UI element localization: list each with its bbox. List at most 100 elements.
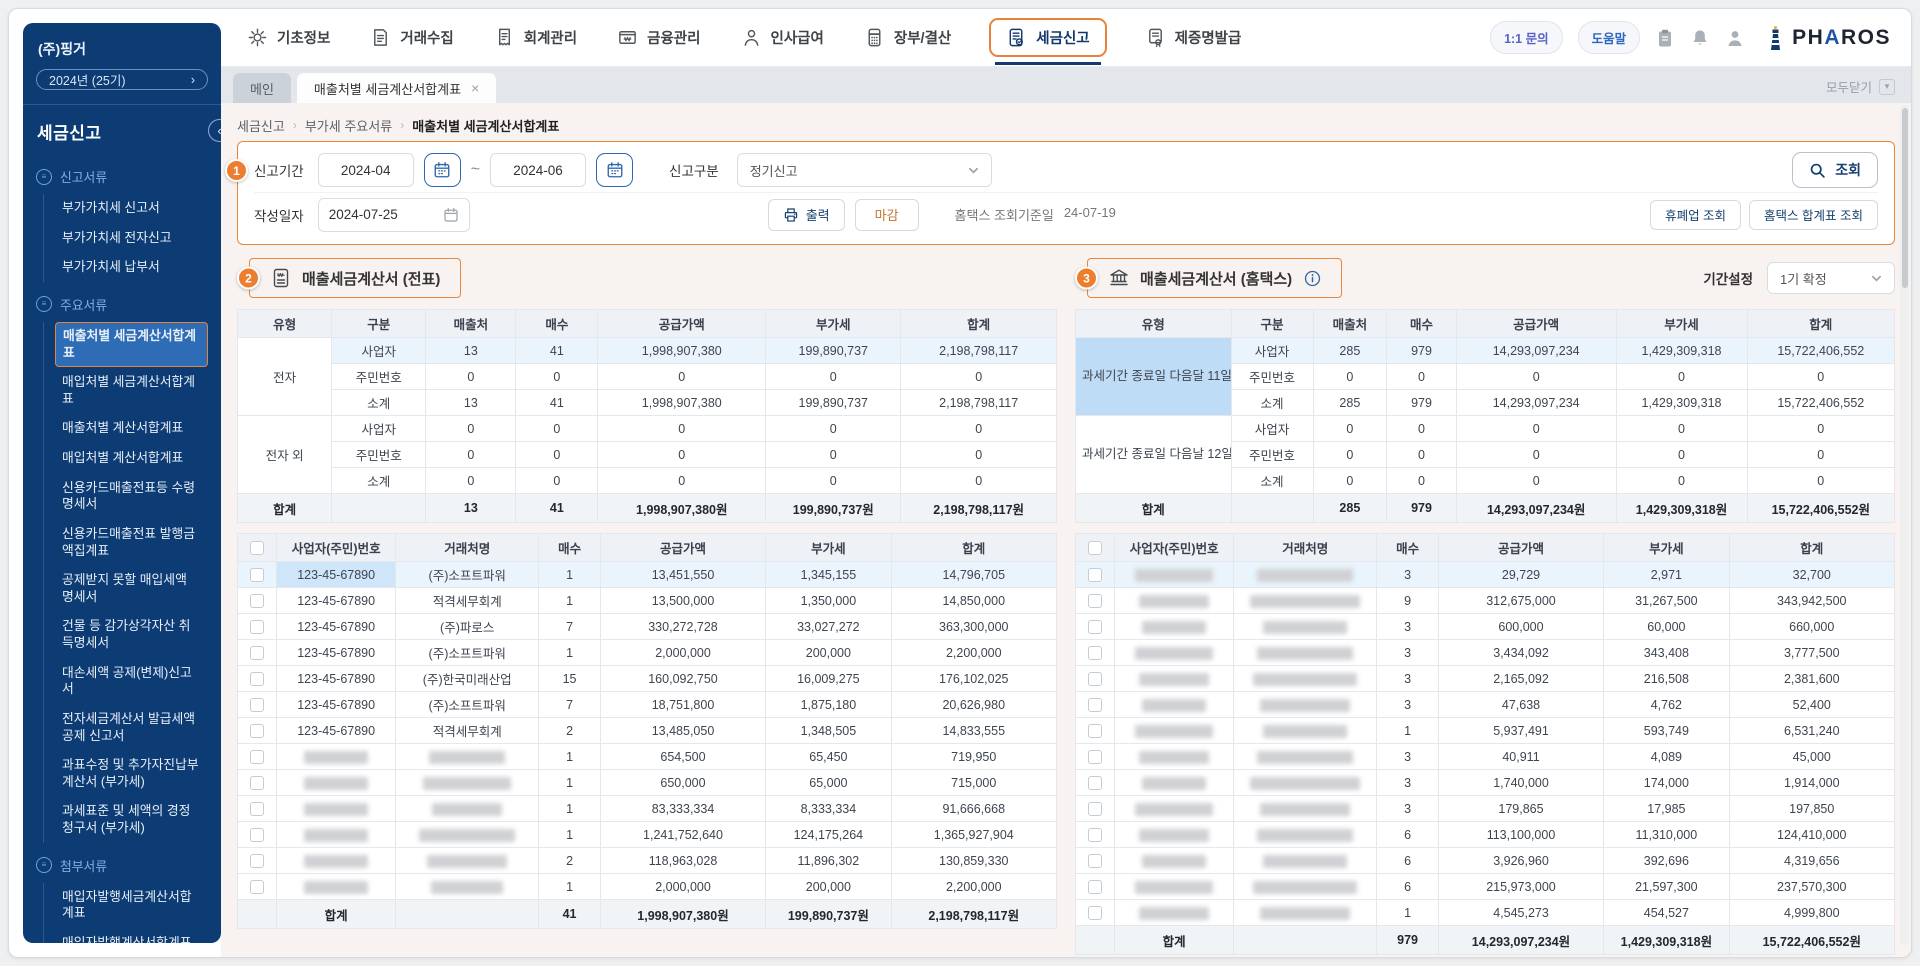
calendar-button-from[interactable]: [424, 153, 461, 187]
tab-close-icon[interactable]: ×: [471, 80, 479, 96]
row-checkbox[interactable]: [250, 541, 264, 555]
checkbox-cell[interactable]: [1076, 640, 1115, 666]
row-checkbox[interactable]: [1088, 646, 1102, 660]
checkbox-cell[interactable]: [238, 640, 277, 666]
row-checkbox[interactable]: [1088, 906, 1102, 920]
nav-item-transaction-collection[interactable]: 거래수집: [368, 19, 455, 56]
row-checkbox[interactable]: [250, 724, 264, 738]
checkbox-cell[interactable]: [238, 692, 277, 718]
sidebar-item[interactable]: 매출처별 계산서합계표: [55, 414, 208, 443]
clipboard-icon[interactable]: [1655, 28, 1675, 48]
checkbox-cell[interactable]: [238, 848, 277, 874]
hometax-summary-fetch-button[interactable]: 홈택스 합계표 조회: [1749, 200, 1878, 230]
checkbox-cell[interactable]: [238, 588, 277, 614]
scrollbar-thumb[interactable]: [1902, 108, 1908, 288]
sidebar-item[interactable]: 과표수정 및 추가자진납부계산서 (부가세): [55, 751, 208, 796]
breadcrumb-item[interactable]: 세금신고: [237, 116, 285, 135]
row-checkbox[interactable]: [250, 880, 264, 894]
sidebar-item[interactable]: 부가가치세 전자신고: [55, 224, 208, 253]
breadcrumb-item[interactable]: 부가세 주요서류: [305, 116, 392, 135]
checkbox-cell[interactable]: [1076, 900, 1115, 926]
checkbox-cell[interactable]: [1076, 588, 1115, 614]
write-date-input[interactable]: 2024-07-25: [318, 198, 470, 232]
period-setting-select[interactable]: 1기 확정: [1767, 262, 1895, 294]
sidebar-item[interactable]: 부가가치세 납부서: [55, 253, 208, 282]
user-profile-icon[interactable]: [1725, 28, 1745, 48]
sidebar-item[interactable]: 매입처별 세금계산서합계표: [55, 368, 208, 413]
tab-active-document[interactable]: 매출처별 세금계산서합계표 ×: [297, 73, 496, 103]
row-checkbox[interactable]: [1088, 776, 1102, 790]
select-all-checkbox-cell[interactable]: [238, 534, 277, 562]
nav-item-payroll[interactable]: 인사급여: [739, 19, 826, 56]
print-button[interactable]: 출력: [768, 199, 845, 231]
sidebar-item[interactable]: 과세표준 및 세액의 경정 청구서 (부가세): [55, 797, 208, 842]
row-checkbox[interactable]: [1088, 724, 1102, 738]
row-checkbox[interactable]: [250, 698, 264, 712]
checkbox-cell[interactable]: [238, 718, 277, 744]
row-checkbox[interactable]: [1088, 698, 1102, 712]
sidebar-item[interactable]: 매입처별 계산서합계표: [55, 444, 208, 473]
sidebar-collapse-button[interactable]: ‹: [208, 119, 221, 142]
sidebar-item[interactable]: 매입자발행계산서합계표: [55, 929, 208, 943]
nav-item-ledger[interactable]: 장부/결산: [862, 19, 953, 56]
closing-button[interactable]: 마감: [855, 199, 919, 231]
checkbox-cell[interactable]: [1076, 718, 1115, 744]
checkbox-cell[interactable]: [238, 744, 277, 770]
row-checkbox[interactable]: [250, 620, 264, 634]
checkbox-cell[interactable]: [1076, 796, 1115, 822]
checkbox-cell[interactable]: [1076, 770, 1115, 796]
help-button[interactable]: 도움말: [1578, 21, 1641, 54]
row-checkbox[interactable]: [1088, 880, 1102, 894]
row-checkbox[interactable]: [250, 828, 264, 842]
row-checkbox[interactable]: [250, 646, 264, 660]
select-all-checkbox-cell[interactable]: [1076, 534, 1115, 562]
row-checkbox[interactable]: [1088, 594, 1102, 608]
row-checkbox[interactable]: [1088, 620, 1102, 634]
inquiry-button[interactable]: 1:1 문의: [1490, 21, 1563, 54]
info-icon[interactable]: [1304, 270, 1321, 287]
checkbox-cell[interactable]: [238, 614, 277, 640]
sidebar-item[interactable]: 매입자발행세금계산서합계표: [55, 883, 208, 928]
tab-home[interactable]: 메인: [233, 73, 291, 103]
fiscal-year-selector[interactable]: 2024년 (25기) ›: [36, 69, 208, 90]
nav-item-tax-filing[interactable]: 세금신고: [989, 18, 1106, 57]
row-checkbox[interactable]: [250, 594, 264, 608]
row-checkbox[interactable]: [250, 802, 264, 816]
row-checkbox[interactable]: [250, 750, 264, 764]
checkbox-cell[interactable]: [238, 666, 277, 692]
search-button[interactable]: 조회: [1792, 152, 1878, 188]
sidebar-item[interactable]: 매출처별 세금계산서합계표: [55, 322, 208, 367]
report-type-select[interactable]: 정기신고: [737, 153, 992, 187]
period-from-input[interactable]: 2024-04: [318, 153, 414, 187]
closed-business-check-button[interactable]: 휴폐업 조회: [1650, 200, 1741, 230]
row-checkbox[interactable]: [250, 854, 264, 868]
close-all-tabs-button[interactable]: 모두닫기 ▾: [1822, 77, 1899, 103]
nav-item-accounting[interactable]: 회계관리: [492, 19, 579, 56]
row-checkbox[interactable]: [1088, 568, 1102, 582]
sidebar-item[interactable]: 건물 등 감가상각자산 취득명세서: [55, 612, 208, 657]
checkbox-cell[interactable]: [238, 770, 277, 796]
checkbox-cell[interactable]: [238, 796, 277, 822]
period-to-input[interactable]: 2024-06: [490, 153, 586, 187]
row-checkbox[interactable]: [250, 568, 264, 582]
checkbox-cell[interactable]: [1076, 874, 1115, 900]
checkbox-cell[interactable]: [238, 874, 277, 900]
notification-bell-icon[interactable]: [1690, 28, 1710, 48]
checkbox-cell[interactable]: [1076, 562, 1115, 588]
sidebar-item[interactable]: 신용카드매출전표 발행금액집계표: [55, 520, 208, 565]
row-checkbox[interactable]: [250, 776, 264, 790]
sidebar-item[interactable]: 부가가치세 신고서: [55, 194, 208, 223]
sidebar-item[interactable]: 전자세금계산서 발급세액공제 신고서: [55, 705, 208, 750]
row-checkbox[interactable]: [1088, 828, 1102, 842]
row-checkbox[interactable]: [1088, 541, 1102, 555]
row-checkbox[interactable]: [250, 672, 264, 686]
nav-item-finance[interactable]: 금융관리: [615, 19, 702, 56]
checkbox-cell[interactable]: [1076, 692, 1115, 718]
checkbox-cell[interactable]: [1076, 666, 1115, 692]
sidebar-item[interactable]: 대손세액 공제(변제)신고서: [55, 659, 208, 704]
checkbox-cell[interactable]: [1076, 614, 1115, 640]
row-checkbox[interactable]: [1088, 750, 1102, 764]
checkbox-cell[interactable]: [1076, 848, 1115, 874]
calendar-button-to[interactable]: [596, 153, 633, 187]
row-checkbox[interactable]: [1088, 672, 1102, 686]
